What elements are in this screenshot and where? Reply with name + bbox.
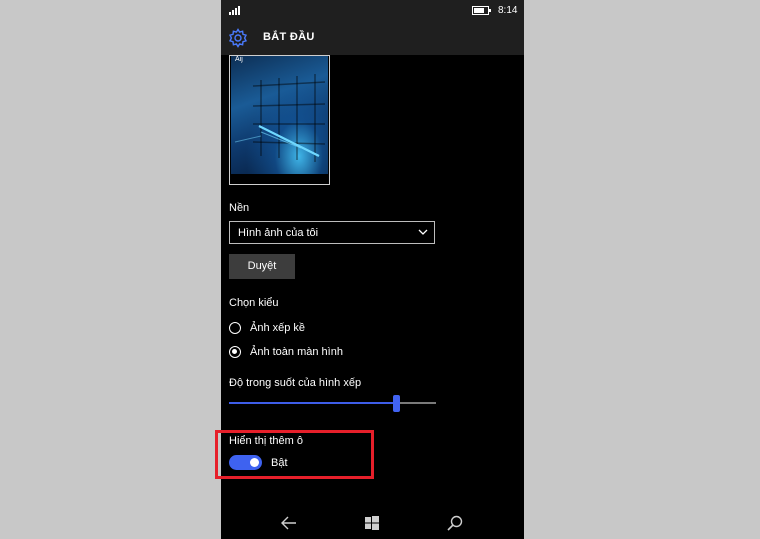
background-label: Nền (229, 202, 250, 214)
transparency-slider-thumb[interactable] (393, 395, 401, 412)
highlight-box (215, 430, 374, 479)
preview-image (231, 56, 328, 174)
radio-fullscreen-circle[interactable] (229, 346, 241, 358)
background-dropdown-value: Hình ảnh của tôi (238, 227, 319, 239)
gear-icon (229, 28, 247, 48)
transparency-slider-fill (229, 402, 397, 404)
navigation-bar (221, 505, 524, 539)
windows-icon[interactable] (363, 514, 381, 532)
start-screen-preview: Aij (229, 55, 330, 185)
chevron-down-icon (418, 229, 428, 235)
status-time: 8:14 (498, 5, 518, 16)
browse-button[interactable]: Duyệt (229, 254, 295, 279)
radio-fullscreen-label: Ảnh toàn màn hình (250, 346, 343, 358)
battery-fill (474, 8, 485, 13)
back-arrow-icon[interactable] (280, 514, 298, 532)
radio-tiled-circle[interactable] (229, 322, 241, 334)
signal-icon (229, 6, 240, 15)
status-bar: 8:14 (221, 0, 524, 22)
background-dropdown[interactable]: Hình ảnh của tôi (229, 221, 435, 244)
transparency-label: Độ trong suốt của hình xếp (229, 377, 362, 389)
preview-tile-label: Aij (235, 56, 243, 63)
radio-fullscreen[interactable]: Ảnh toàn màn hình (229, 344, 343, 360)
radio-tiled[interactable]: Ảnh xếp kề (229, 320, 305, 336)
style-label: Chọn kiểu (229, 297, 279, 309)
page-title: BẮT ĐẦU (263, 31, 315, 43)
title-bar: BẮT ĐẦU (221, 22, 524, 55)
battery-icon (472, 6, 491, 15)
radio-tiled-label: Ảnh xếp kề (250, 322, 306, 334)
search-icon[interactable] (446, 514, 464, 532)
